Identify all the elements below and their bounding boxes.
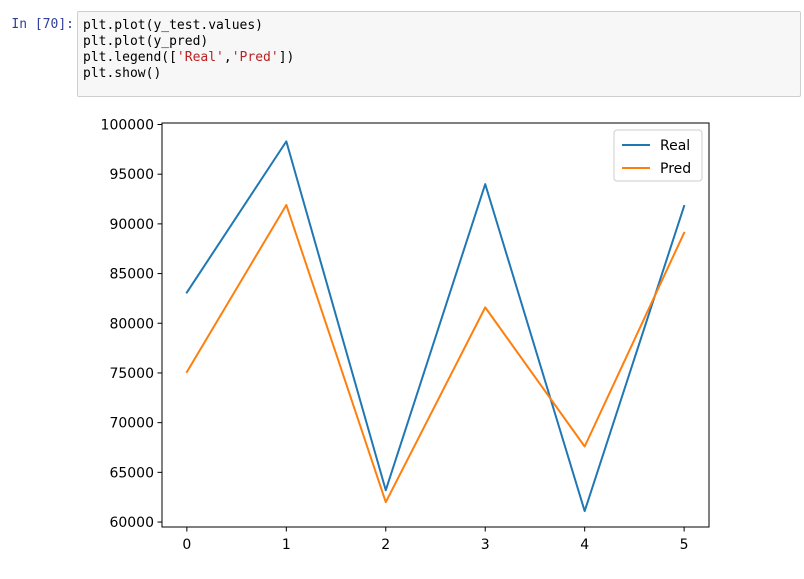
- x-tick-label: 3: [481, 537, 490, 553]
- y-tick-label: 60000: [109, 515, 154, 531]
- x-tick-label: 5: [680, 537, 689, 553]
- code-line: plt.plot(y_pred): [83, 34, 800, 50]
- y-tick-label: 95000: [109, 167, 154, 183]
- code-line: plt.legend(['Real','Pred']): [83, 50, 800, 66]
- cell-output: 60000 65000 70000 75000 80000 85000 90000 95000…: [77, 110, 797, 575]
- y-tick-label: 85000: [109, 267, 154, 283]
- code-token: ,: [223, 50, 232, 65]
- y-tick-label: 90000: [109, 217, 154, 233]
- legend-label: Pred: [660, 161, 691, 177]
- code-line: plt.plot(y_test.values): [83, 18, 800, 34]
- x-axis: 0 1 2 3 4 5: [182, 527, 689, 553]
- code-token: ]): [278, 50, 295, 65]
- x-tick-label: 4: [580, 537, 589, 553]
- y-tick-label: 100000: [101, 117, 154, 133]
- code-line: plt.show(): [83, 66, 800, 82]
- code-token: plt.show(): [83, 66, 162, 81]
- code-token: plt.plot(y_pred): [83, 34, 209, 49]
- cell-prompt: In [70]:: [11, 17, 74, 32]
- x-tick-label: 1: [282, 537, 291, 553]
- y-tick-label: 75000: [109, 366, 154, 382]
- code-cell-input[interactable]: plt.plot(y_test.values) plt.plot(y_pred) p…: [77, 11, 801, 97]
- y-tick-label: 70000: [109, 416, 154, 432]
- y-tick-label: 65000: [109, 465, 154, 481]
- legend: Real Pred: [613, 129, 703, 182]
- x-tick-label: 2: [381, 537, 390, 553]
- code-string-token: 'Pred': [231, 50, 279, 65]
- plot-area: [161, 122, 710, 528]
- code-string-token: 'Real': [176, 50, 224, 65]
- line-chart: 60000 65000 70000 75000 80000 85000 90000 95000…: [101, 117, 710, 553]
- code-token: plt.plot(y_test.values): [83, 18, 264, 33]
- y-axis: 60000 65000 70000 75000 80000 85000 90000 95000…: [101, 117, 162, 531]
- legend-label: Real: [660, 138, 690, 154]
- x-tick-label: 0: [182, 537, 191, 553]
- y-tick-label: 80000: [109, 316, 154, 332]
- code-token: plt.legend([: [83, 50, 177, 65]
